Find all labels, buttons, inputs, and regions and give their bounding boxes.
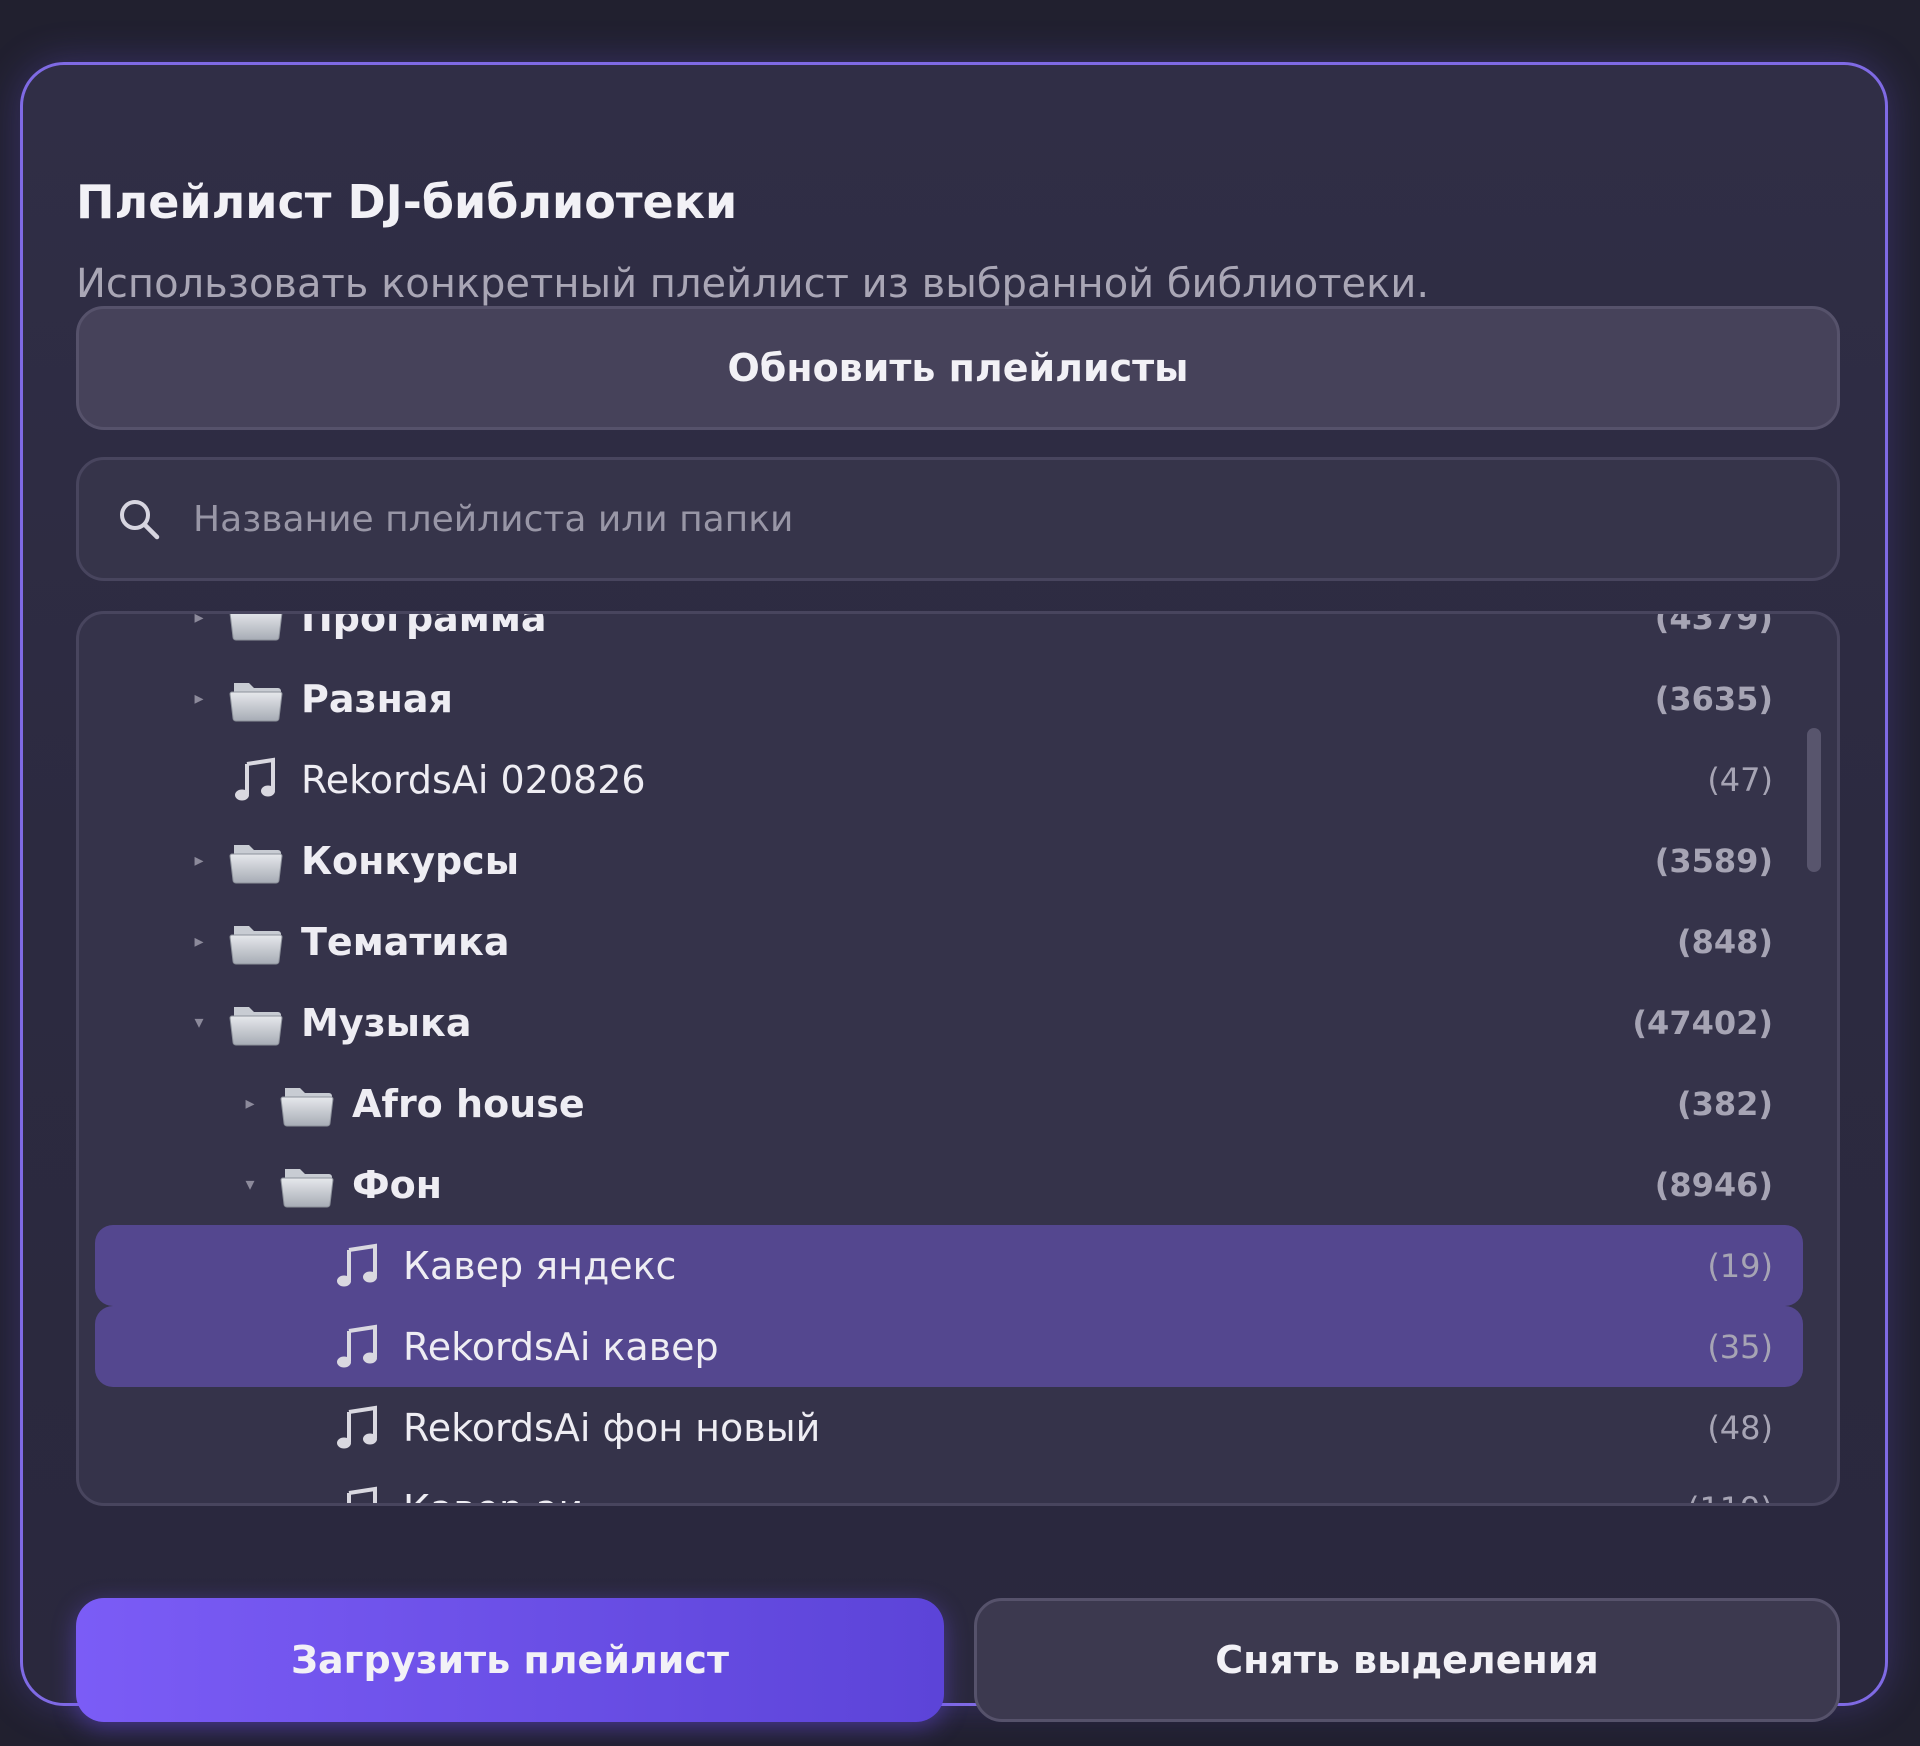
caret-down-icon[interactable]: ▾ <box>189 1012 209 1033</box>
music-note-icon <box>229 756 283 804</box>
tree-row-label: RekordsAi 020826 <box>301 757 646 802</box>
tree-row-count: (3635) <box>1654 679 1773 718</box>
caret-right-icon[interactable]: ▸ <box>189 614 209 628</box>
tree-playlist-row[interactable]: RekordsAi кавер (35) <box>79 1306 1837 1387</box>
tree-folder-row[interactable]: ▸ Разная (3635) <box>79 658 1837 739</box>
playlist-tree[interactable]: ▸ Программа (4379) ▸ Разная (3635) RekordsAi 0… <box>76 611 1840 1506</box>
tree-row-count: (48) <box>1707 1408 1773 1447</box>
tree-playlist-row[interactable]: RekordsAi 020826 (47) <box>79 739 1837 820</box>
tree-playlist-row[interactable]: RekordsAi фон новый (48) <box>79 1387 1837 1468</box>
folder-icon <box>229 837 283 885</box>
caret-down-icon[interactable]: ▾ <box>240 1174 260 1195</box>
tree-row-label: Музыка <box>301 1000 472 1045</box>
tree-folder-row[interactable]: ▸ Программа (4379) <box>79 611 1837 658</box>
folder-icon <box>229 999 283 1047</box>
music-note-icon <box>331 1323 385 1371</box>
tree-row-label: Afro house <box>352 1081 585 1126</box>
tree-row-count: (47) <box>1707 760 1773 799</box>
refresh-playlists-button[interactable]: Обновить плейлисты <box>76 306 1840 430</box>
load-playlist-button[interactable]: Загрузить плейлист <box>76 1598 944 1722</box>
folder-icon <box>229 614 283 642</box>
music-note-icon <box>331 1242 385 1290</box>
tree-folder-row[interactable]: ▸ Конкурсы (3589) <box>79 820 1837 901</box>
tree-row-count: (8946) <box>1654 1165 1773 1204</box>
tree-row-label: Кавер яндекс <box>403 1243 677 1288</box>
caret-right-icon[interactable]: ▸ <box>240 1093 260 1114</box>
tree-row-label: Фон <box>352 1162 443 1207</box>
tree-row-count: (35) <box>1707 1327 1773 1366</box>
folder-icon <box>229 675 283 723</box>
music-note-icon <box>331 1485 385 1503</box>
caret-right-icon[interactable]: ▸ <box>189 688 209 709</box>
tree-folder-row[interactable]: ▾ Фон (8946) <box>79 1144 1837 1225</box>
tree-row-label: Кавер аи <box>403 1487 1687 1504</box>
search-input[interactable] <box>193 498 1807 540</box>
tree-row-label: Разная <box>301 676 453 721</box>
search-box <box>76 457 1840 581</box>
folder-icon <box>229 918 283 966</box>
tree-playlist-row[interactable]: Кавер яндекс (19) <box>79 1225 1837 1306</box>
tree-scrollbar[interactable] <box>1807 728 1821 872</box>
search-icon <box>120 500 160 540</box>
tree-row-count: (3589) <box>1654 841 1773 880</box>
caret-right-icon[interactable]: ▸ <box>189 850 209 871</box>
tree-row-count: (382) <box>1676 1084 1773 1123</box>
tree-folder-row[interactable]: ▸ Тематика (848) <box>79 901 1837 982</box>
playlist-panel: Плейлист DJ-библиотеки Использовать конк… <box>20 62 1888 1722</box>
tree-row-label: Конкурсы <box>301 838 520 883</box>
tree-row-label: Программа <box>301 611 547 640</box>
panel-subtitle: Использовать конкретный плейлист из выбр… <box>76 261 1430 307</box>
tree-row-count: (848) <box>1676 922 1773 961</box>
folder-icon <box>280 1080 334 1128</box>
clear-selection-button[interactable]: Снять выделения <box>974 1598 1840 1722</box>
tree-playlist-row[interactable]: Кавер аи(119) <box>79 1468 1837 1504</box>
tree-row-count: (47402) <box>1632 1003 1773 1042</box>
tree-row-label: RekordsAi фон новый <box>403 1405 821 1450</box>
tree-row-count: (4379) <box>1654 611 1773 637</box>
tree-folder-row[interactable]: ▾ Музыка (47402) <box>79 982 1837 1063</box>
tree-row-label: RekordsAi кавер <box>403 1324 719 1369</box>
tree-rows: ▸ Программа (4379) ▸ Разная (3635) RekordsAi 0… <box>79 611 1837 1504</box>
tree-folder-row[interactable]: ▸ Afro house (382) <box>79 1063 1837 1144</box>
tree-row-count: (119) <box>1687 1490 1773 1504</box>
caret-right-icon[interactable]: ▸ <box>189 931 209 952</box>
music-note-icon <box>331 1404 385 1452</box>
panel-title: Плейлист DJ-библиотеки <box>76 175 738 229</box>
folder-icon <box>280 1161 334 1209</box>
tree-row-label: Тематика <box>301 919 510 964</box>
tree-row-count: (19) <box>1707 1246 1773 1285</box>
